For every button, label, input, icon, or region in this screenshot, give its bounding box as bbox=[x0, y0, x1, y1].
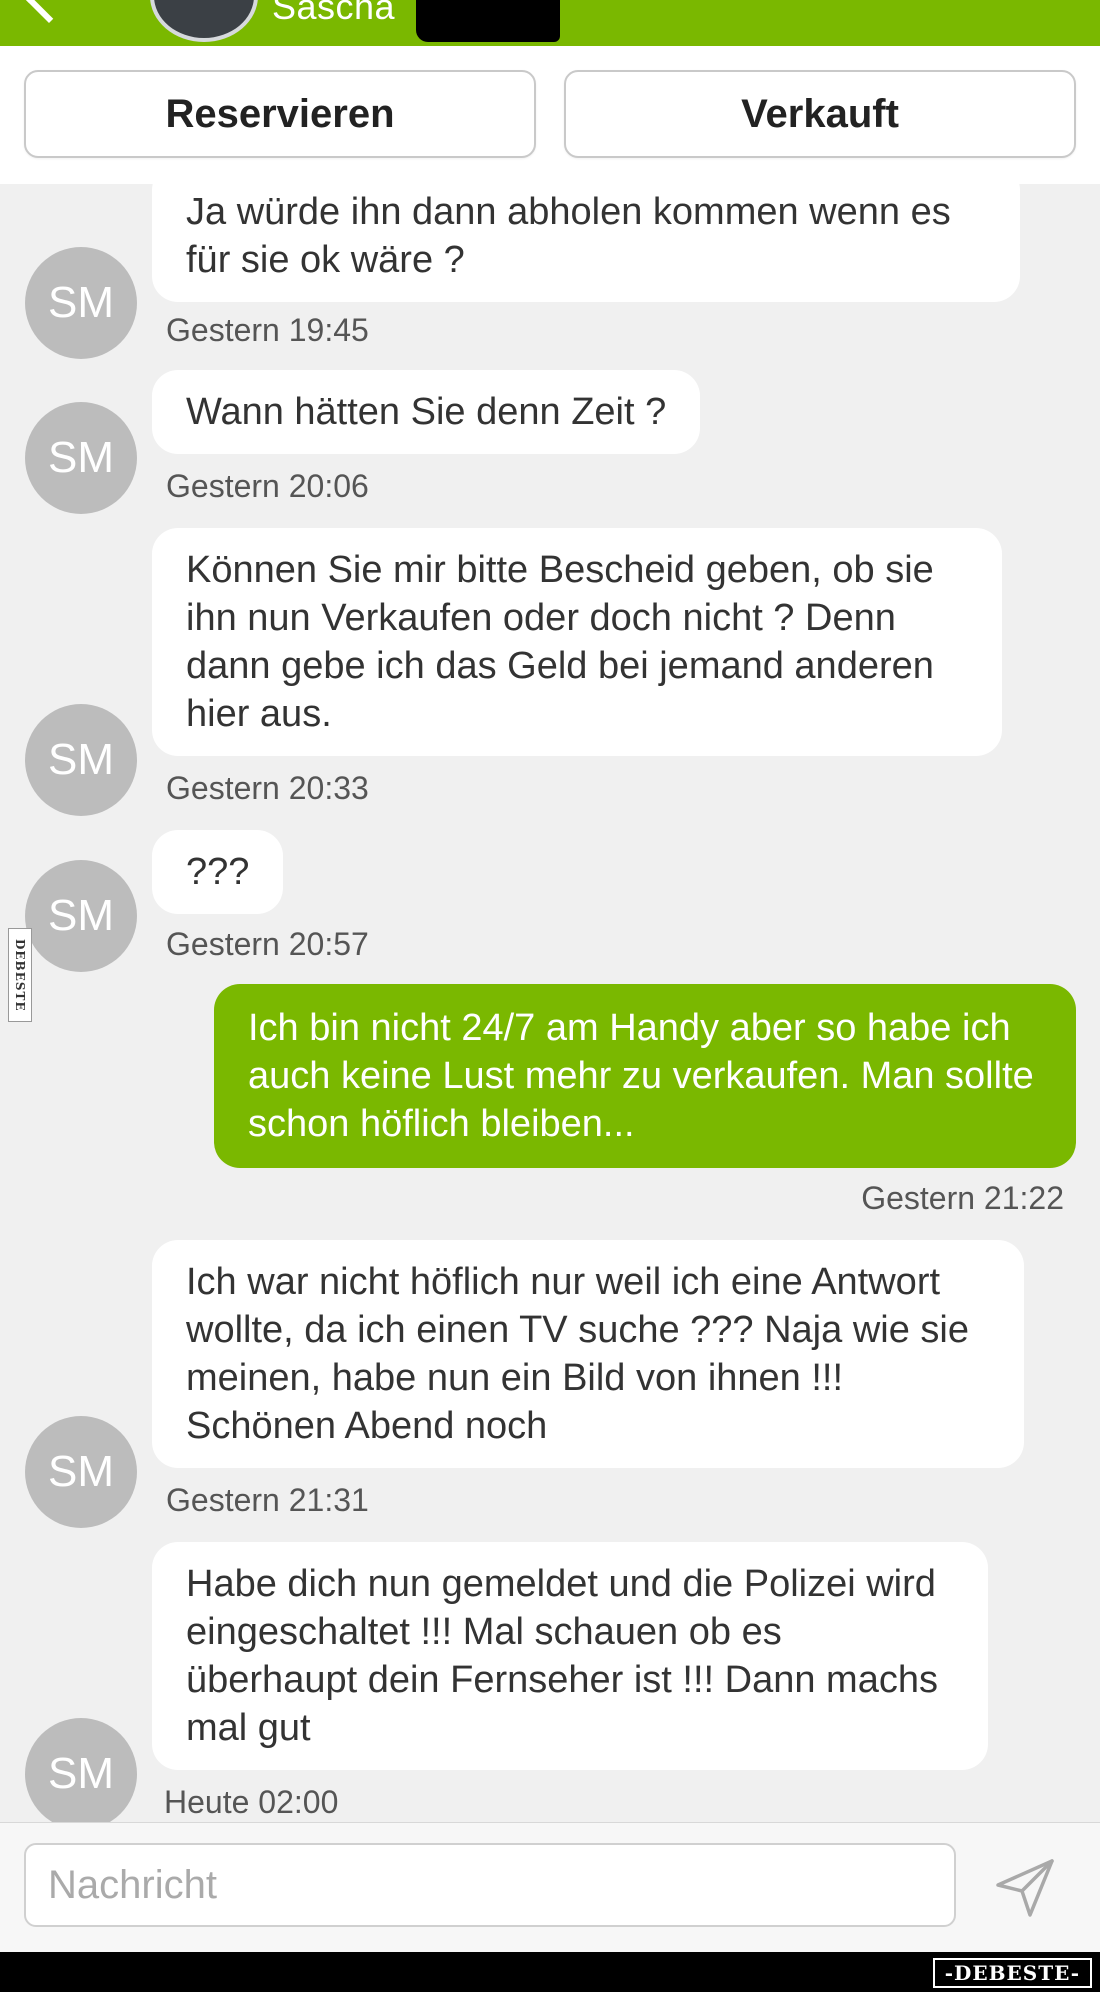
message-bubble: ??? bbox=[152, 830, 284, 914]
chat-thread[interactable]: Ja würde ihn dann abholen kommen wenn es… bbox=[0, 184, 1100, 1822]
redaction-block bbox=[416, 0, 560, 42]
top-bar: Sascha bbox=[0, 0, 1100, 46]
message-bubble-outgoing: Ich bin nicht 24/7 am Handy aber so habe… bbox=[214, 984, 1076, 1168]
action-bar: Reservieren Verkauft bbox=[0, 46, 1100, 185]
message-timestamp: Gestern 21:22 bbox=[861, 1180, 1064, 1216]
message-input[interactable] bbox=[24, 1843, 956, 1927]
send-icon[interactable] bbox=[990, 1853, 1060, 1923]
reserve-button[interactable]: Reservieren bbox=[24, 70, 536, 158]
message-timestamp: Gestern 19:45 bbox=[166, 312, 369, 348]
side-watermark: DEBESTE bbox=[8, 928, 32, 1022]
avatar[interactable]: SM bbox=[25, 247, 137, 359]
avatar[interactable]: SM bbox=[25, 860, 137, 972]
message-bubble: Ich war nicht höflich nur weil ich eine … bbox=[152, 1240, 1024, 1468]
message-composer bbox=[0, 1822, 1100, 1953]
footer-watermark: -DEBESTE- bbox=[932, 1958, 1092, 1988]
avatar[interactable]: SM bbox=[25, 704, 137, 816]
message-timestamp: Gestern 20:57 bbox=[166, 926, 369, 962]
contact-avatar[interactable] bbox=[150, 0, 258, 42]
chevron-left-icon[interactable] bbox=[24, 0, 74, 24]
avatar[interactable]: SM bbox=[25, 1416, 137, 1528]
message-timestamp: Heute 02:00 bbox=[164, 1784, 339, 1820]
contact-name[interactable]: Sascha bbox=[272, 0, 395, 28]
message-timestamp: Gestern 20:06 bbox=[166, 468, 369, 504]
sold-button[interactable]: Verkauft bbox=[564, 70, 1076, 158]
message-bubble: Ja würde ihn dann abholen kommen wenn es… bbox=[152, 184, 1020, 302]
message-timestamp: Gestern 21:31 bbox=[166, 1482, 369, 1518]
message-bubble: Können Sie mir bitte Bescheid geben, ob … bbox=[152, 528, 1002, 756]
message-bubble: Wann hätten Sie denn Zeit ? bbox=[152, 370, 701, 454]
avatar[interactable]: SM bbox=[25, 402, 137, 514]
message-bubble: Habe dich nun gemeldet und die Polizei w… bbox=[152, 1542, 988, 1770]
footer-strip: -DEBESTE- bbox=[0, 1952, 1100, 1992]
avatar[interactable]: SM bbox=[25, 1718, 137, 1822]
message-timestamp: Gestern 20:33 bbox=[166, 770, 369, 806]
